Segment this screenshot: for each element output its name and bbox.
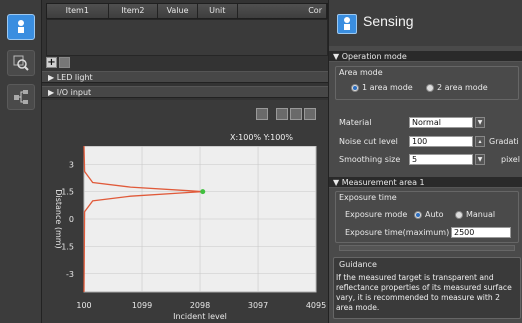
area-mode-2-radio[interactable] [426,84,434,92]
io-input-section[interactable]: ▶ I/O input [42,86,328,98]
area-mode-1-radio[interactable] [351,84,359,92]
operation-mode-label: Operation mode [341,52,407,61]
sensing-title-bar: Sensing [329,0,522,46]
material-label: Material [339,118,372,127]
collapse-arrow-icon: ▼ [333,178,340,187]
x-tick-label: 3097 [248,301,268,310]
exposure-manual-label: Manual [466,210,496,219]
smoothing-unit: pixel [501,155,520,164]
left-toolbar [0,0,42,323]
material-select[interactable]: Normal [409,117,473,128]
y-tick-label: 3 [69,160,74,169]
column-header[interactable]: Item2 [109,4,159,18]
exposure-auto-label[interactable]: Auto [425,210,444,219]
guidance-label: Guidance [339,260,377,269]
y-tick-label: 0 [69,215,74,224]
chevron-down-icon[interactable]: ▼ [475,154,485,165]
peak-marker [200,189,206,195]
led-light-section[interactable]: ▶ LED light [42,71,328,83]
add-row-button[interactable]: + [46,57,57,68]
item-table-header: Item1 Item2 Value Unit Cor [46,3,328,19]
fit-view-icon[interactable] [256,108,268,120]
expand-arrow-icon: ▶ [48,88,55,97]
y-tick-label: -3 [66,270,74,279]
x-axis-label: Incident level [173,312,227,321]
noise-cut-unit: Gradati [489,137,519,146]
incident-level-chart: 31.50-1.5-3 100 1099 2098 3097 4095 Incident… [54,146,326,321]
inspect-magnifier-icon[interactable] [7,50,35,76]
remove-row-button[interactable] [59,57,70,68]
x-tick-label: 100 [76,301,91,310]
measurement-area-label: Measurement area 1 [341,178,425,187]
column-header[interactable]: Cor [238,4,327,18]
sensor-person-icon [337,14,357,34]
column-header[interactable]: Unit [198,4,238,18]
sensor-person-icon[interactable] [7,14,35,40]
operation-mode-header[interactable]: ▼ Operation mode [329,51,522,62]
exposure-max-label: Exposure time(maximum) [345,228,450,237]
zoom-reset-icon[interactable] [304,108,316,120]
measurement-area-header[interactable]: ▼ Measurement area 1 [329,177,522,188]
x-tick-label: 2098 [190,301,210,310]
led-light-label: LED light [56,73,93,82]
io-input-label: I/O input [56,88,92,97]
zoom-out-icon[interactable] [290,108,302,120]
smoothing-select[interactable]: 5 [409,154,473,165]
stepper-icon[interactable]: ▴ [475,136,485,147]
chevron-down-icon[interactable]: ▼ [475,117,485,128]
exposure-manual-radio[interactable] [455,211,463,219]
noise-cut-input[interactable]: 100 [409,136,473,147]
exposure-max-input[interactable]: 2500 [451,227,511,238]
exposure-time-label: Exposure time [339,193,397,202]
column-header[interactable]: Value [158,4,198,18]
collapse-arrow-icon: ▼ [333,52,340,61]
smoothing-label: Smoothing size [339,155,401,164]
item-table-body [46,19,328,56]
column-header[interactable]: Item1 [47,4,109,18]
area-mode-label: Area mode [339,68,383,77]
noise-cut-label: Noise cut level [339,137,398,146]
y-axis-label: Distance (mm) [54,189,63,248]
guidance-text: If the measured target is transparent an… [336,273,512,312]
x-tick-label: 1099 [132,301,152,310]
x-tick-label: 4095 [306,301,326,310]
panel-title: Sensing [363,13,414,29]
expand-arrow-icon: ▶ [48,73,55,82]
area-mode-2-label[interactable]: 2 area mode [437,83,488,92]
horizontal-scrollbar[interactable] [339,245,515,251]
zoom-in-icon[interactable] [276,108,288,120]
exposure-mode-label: Exposure mode [345,210,408,219]
io-network-icon[interactable] [7,84,35,110]
area-mode-1-label[interactable]: 1 area mode [362,83,413,92]
exposure-auto-radio[interactable] [414,211,422,219]
zoom-readout: X:100% Y:100% [230,133,293,142]
